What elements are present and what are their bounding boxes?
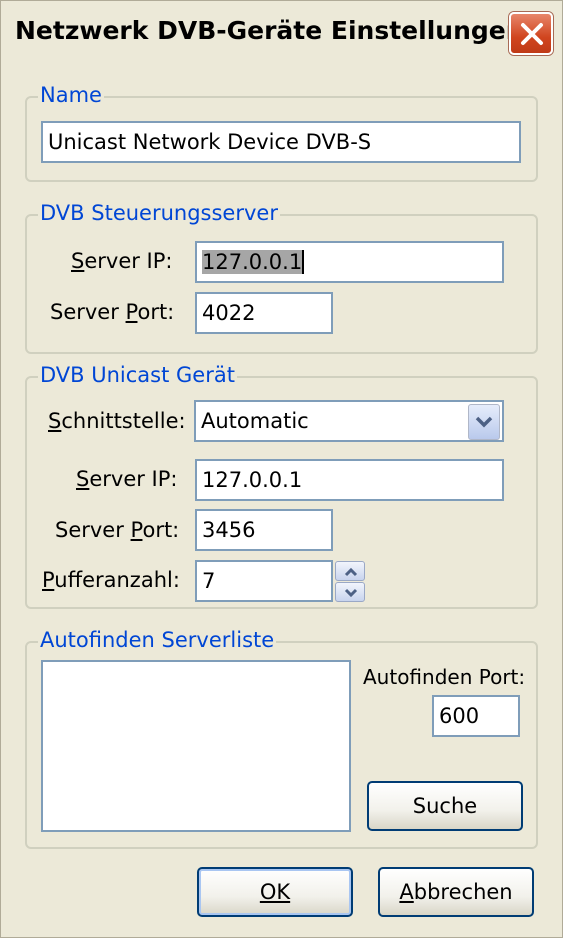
server-list[interactable] xyxy=(41,660,351,832)
cancel-button[interactable]: Abbrechen xyxy=(378,867,534,917)
unicast-ip-field[interactable]: 127.0.0.1 xyxy=(195,459,504,501)
autofind-port-field[interactable]: 600 xyxy=(432,695,520,737)
interface-select[interactable]: Automatic xyxy=(194,400,504,442)
close-icon xyxy=(521,23,543,45)
ok-button-label: OK xyxy=(259,880,291,904)
arrow-down-icon xyxy=(344,588,358,598)
window-title: Netzwerk DVB-Geräte Einstellungen xyxy=(15,16,524,45)
control-server-ip-label: Server IP: xyxy=(71,249,173,273)
control-server-port-label: Server Port: xyxy=(50,300,175,324)
title-bar[interactable]: Netzwerk DVB-Geräte Einstellungen xyxy=(1,1,562,67)
unicast-ip-label: Server IP: xyxy=(76,467,178,491)
buffer-spin-up[interactable] xyxy=(335,561,365,581)
name-group-label: Name xyxy=(38,83,104,107)
unicast-port-label: Server Port: xyxy=(55,518,180,542)
unicast-device-group-label: DVB Unicast Gerät xyxy=(38,363,237,387)
arrow-up-icon xyxy=(344,567,358,577)
autofind-group-label: Autofinden Serverliste xyxy=(38,628,277,652)
device-name-field[interactable]: Unicast Network Device DVB-S xyxy=(41,121,521,163)
buffer-count-label: Pufferanzahl: xyxy=(42,568,180,592)
autofind-port-label: Autofinden Port: xyxy=(363,665,526,689)
cancel-button-label: Abbrechen xyxy=(399,880,513,904)
interface-dropdown-button[interactable] xyxy=(468,404,500,440)
control-server-group-label: DVB Steuerungsserver xyxy=(38,201,280,225)
interface-select-value: Automatic xyxy=(201,409,309,433)
unicast-port-field[interactable]: 3456 xyxy=(195,509,333,551)
ok-button[interactable]: OK xyxy=(197,867,353,917)
search-button[interactable]: Suche xyxy=(367,781,523,831)
control-server-port-field[interactable]: 4022 xyxy=(195,292,333,334)
text-caret xyxy=(302,250,305,274)
chevron-down-icon xyxy=(475,416,493,428)
dialog-window: Netzwerk DVB-Geräte Einstellungen Name U… xyxy=(0,0,563,938)
control-server-ip-value: 127.0.0.1 xyxy=(202,250,303,274)
close-button[interactable] xyxy=(509,12,553,55)
buffer-count-field[interactable]: 7 xyxy=(195,560,333,602)
control-server-ip-field[interactable]: 127.0.0.1 xyxy=(195,241,504,283)
interface-label: Schnittstelle: xyxy=(48,409,186,433)
buffer-spin-down[interactable] xyxy=(335,582,365,602)
